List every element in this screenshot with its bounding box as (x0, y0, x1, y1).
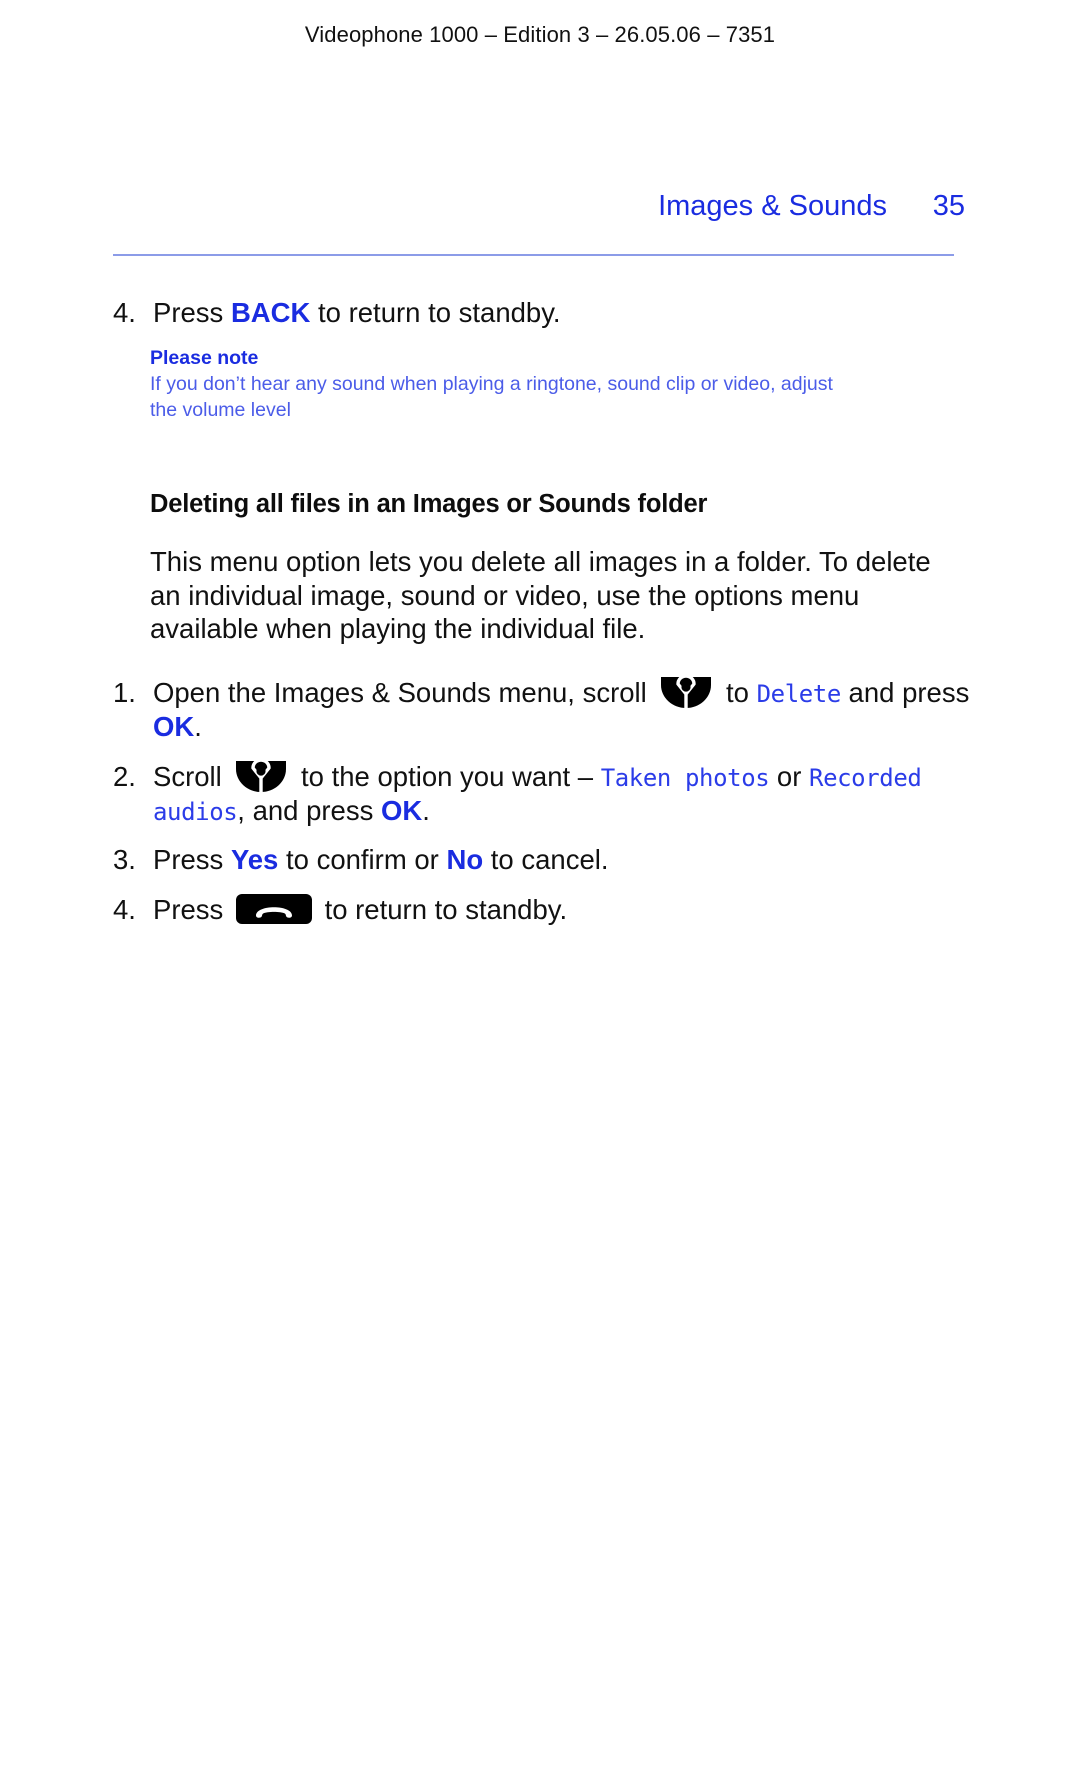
step-text-segment: Press (153, 894, 231, 926)
navigation-key-icon (234, 758, 288, 794)
step-item: 4. Press BACK to return to standby. (113, 296, 973, 330)
step-number: 1. (113, 677, 136, 709)
step-text-segment: to the option you want – (293, 760, 601, 792)
procedure-steps: 1. Open the Images & Sounds menu, scroll… (113, 674, 973, 927)
step-text-segment: Press (153, 844, 231, 876)
running-header: Videophone 1000 – Edition 3 – 26.05.06 –… (304, 22, 776, 47)
step-text-segment: to cancel. (483, 844, 609, 876)
key-label-no: No (446, 844, 484, 876)
document-page: Videophone 1000 – Edition 3 – 26.05.06 –… (0, 0, 1080, 1777)
step-number: 4. (113, 297, 136, 328)
step-text-before: Press (153, 297, 231, 328)
step-number: 3. (113, 844, 136, 876)
step-text-segment: and press (840, 677, 970, 709)
chapter-title: Images & Sounds (658, 190, 887, 222)
key-label-yes: Yes (230, 844, 279, 876)
step-text: Press to return to standby. (153, 893, 973, 927)
step-item: 1. Open the Images & Sounds menu, scroll… (113, 674, 973, 744)
step-number: 2. (113, 760, 136, 792)
step-text-after: to return to standby. (310, 297, 561, 328)
key-label-ok: OK (381, 794, 423, 826)
key-label-ok: OK (153, 711, 195, 743)
step-text-segment: . (422, 794, 430, 826)
step-item: 2. Scroll to the option you want – Taken… (113, 758, 973, 828)
chapter-header: Images & Sounds 35 (113, 190, 965, 223)
please-note-line-1: If you don’t hear any sound when playing… (150, 373, 833, 396)
step-number: 4. (113, 894, 136, 926)
header-divider (113, 254, 954, 256)
step-text-segment: or (769, 760, 810, 792)
step-text-segment: to confirm or (278, 844, 447, 876)
step-text: Press Yes to confirm or No to cancel. (153, 843, 973, 877)
hangup-key-icon (235, 894, 312, 925)
section-heading: Deleting all files in an Images or Sound… (150, 489, 708, 518)
please-note-title: Please note (150, 346, 259, 369)
step-text: Scroll to the option you want – Taken ph… (153, 758, 973, 828)
step-text-segment: , and press (237, 794, 381, 826)
please-note-callout: Please note If you don’t hear any sound … (150, 346, 910, 424)
please-note-line-2: the volume level (150, 399, 291, 422)
page-number: 35 (932, 190, 965, 222)
step-text: Press BACK to return to standby. (153, 296, 973, 330)
step-text-segment: Open the Images & Sounds menu, scroll (153, 677, 655, 709)
step-text-segment: to (718, 677, 757, 709)
step-text-segment: . (194, 711, 202, 743)
step-item: 3. Press Yes to confirm or No to cancel. (113, 843, 973, 877)
step-text-segment: to return to standby. (316, 894, 568, 926)
step-item: 4. Press to return to standby. (113, 893, 973, 927)
step-text-segment: Scroll (153, 760, 230, 792)
menu-option-taken-photos: Taken photos (600, 763, 770, 792)
menu-option-delete: Delete (756, 680, 842, 709)
page-content: 4. Press BACK to return to standby. Plea… (113, 296, 973, 931)
navigation-key-icon (659, 674, 713, 710)
key-label-back: BACK (230, 297, 311, 328)
section-intro-paragraph: This menu option lets you delete all ima… (150, 545, 931, 645)
step-text: Open the Images & Sounds menu, scroll to… (153, 674, 973, 744)
